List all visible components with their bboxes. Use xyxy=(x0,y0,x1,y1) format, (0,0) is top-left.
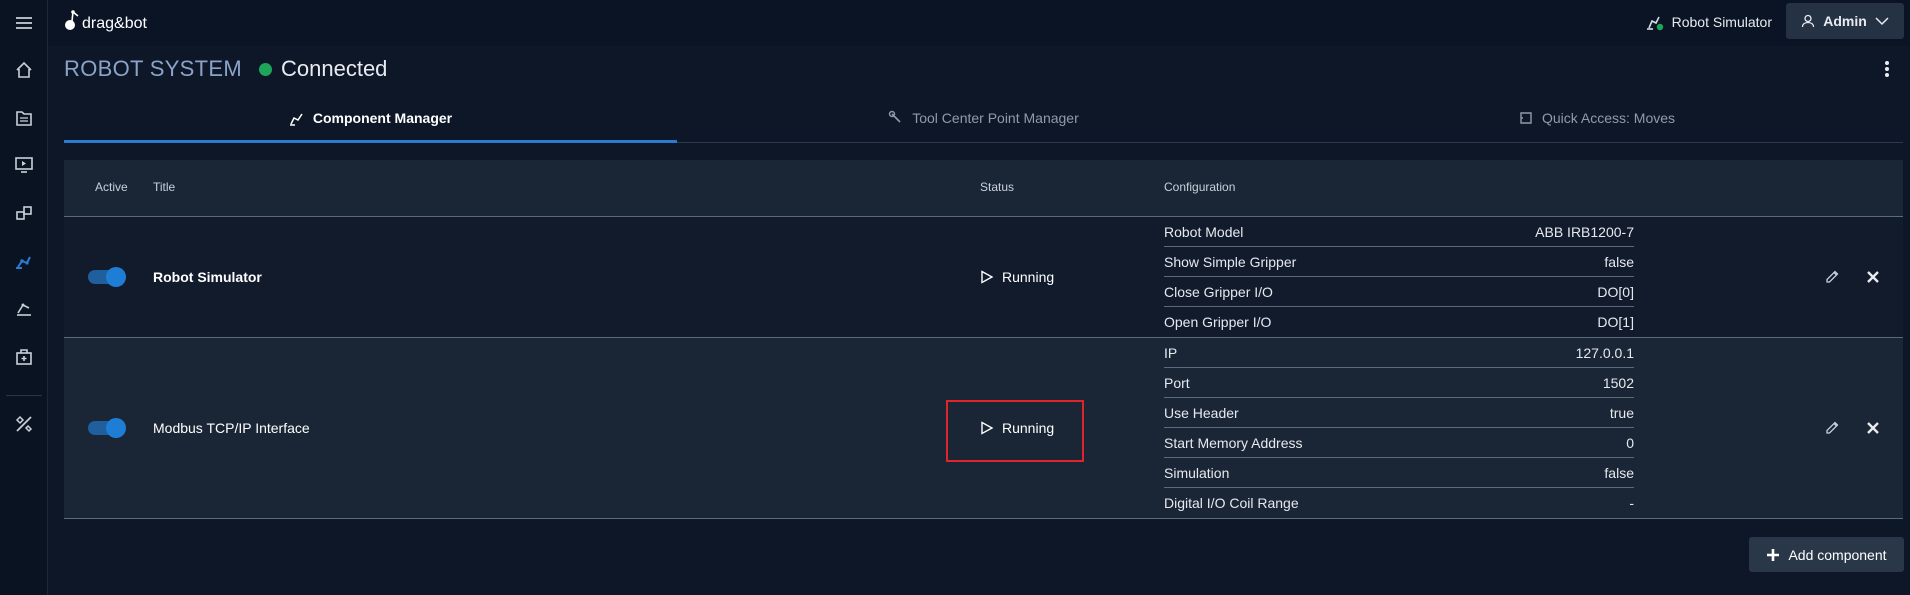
tools-icon[interactable] xyxy=(12,412,36,436)
table-row[interactable]: Robot Simulator Running Robot Model ABB I… xyxy=(64,217,1903,338)
tab-tool-center-point-manager[interactable]: Tool Center Point Manager xyxy=(677,100,1290,142)
config-key: Start Memory Address xyxy=(1164,434,1303,451)
robot-arm-icon[interactable] xyxy=(12,249,36,273)
config-value: 0 xyxy=(1626,434,1634,451)
component-status: Running xyxy=(980,269,1054,285)
config-key: Open Gripper I/O xyxy=(1164,314,1272,330)
config-value: 1502 xyxy=(1602,374,1634,391)
status-text: Running xyxy=(1002,420,1055,436)
user-label: Admin xyxy=(1823,13,1867,29)
tab-component-manager[interactable]: Component Manager xyxy=(64,100,677,142)
active-robot-indicator[interactable]: Robot Simulator xyxy=(1646,13,1772,31)
home-icon[interactable] xyxy=(12,58,36,82)
page-title: ROBOT SYSTEM Connected xyxy=(64,56,387,82)
sidebar xyxy=(0,0,48,595)
calibration-icon[interactable] xyxy=(12,297,36,321)
config-value: false xyxy=(1604,253,1634,270)
column-header-active: Active xyxy=(95,180,128,194)
connection-status-dot xyxy=(259,62,272,76)
logo-icon xyxy=(65,10,79,30)
configuration-list: IP 127.0.0.1 Port 1502 Use Header true Star… xyxy=(1164,338,1634,518)
configuration-list: Robot Model ABB IRB1200-7 Show Simple Gri… xyxy=(1164,217,1634,337)
tab-quick-access-moves[interactable]: Quick Access: Moves xyxy=(1290,100,1903,142)
config-item: Robot Model ABB IRB1200-7 xyxy=(1164,217,1634,247)
edit-icon[interactable] xyxy=(1824,269,1840,285)
config-value: - xyxy=(1629,495,1634,511)
toggle-knob xyxy=(106,267,126,287)
active-tab-indicator xyxy=(64,140,677,143)
config-key: Show Simple Gripper xyxy=(1164,253,1297,270)
table-header: Active Title Status Configuration xyxy=(64,160,1903,217)
config-key: Port xyxy=(1164,374,1190,391)
column-header-title: Title xyxy=(153,180,176,194)
menu-icon[interactable] xyxy=(12,11,36,35)
user-menu-button[interactable]: Admin xyxy=(1786,3,1904,39)
system-label: ROBOT SYSTEM xyxy=(64,56,242,81)
plus-icon xyxy=(1767,548,1780,561)
logo-text: drag&bot xyxy=(82,15,147,32)
config-item: Simulation false xyxy=(1164,458,1634,488)
config-value: ABB IRB1200-7 xyxy=(1535,223,1634,240)
delete-icon[interactable] xyxy=(1866,270,1880,284)
config-key: IP xyxy=(1164,344,1178,361)
components-icon[interactable] xyxy=(12,201,36,225)
user-icon xyxy=(1802,14,1815,28)
component-title: Modbus TCP/IP Interface xyxy=(153,420,310,436)
add-component-button[interactable]: Add component xyxy=(1749,537,1904,572)
status-text: Running xyxy=(1002,269,1055,285)
wrench-icon xyxy=(889,110,901,123)
config-item: Port 1502 xyxy=(1164,368,1634,398)
config-item: Open Gripper I/O DO[1] xyxy=(1164,307,1634,337)
logo[interactable]: drag&bot xyxy=(64,7,147,33)
config-key: Use Header xyxy=(1164,404,1239,421)
tab-label: Quick Access: Moves xyxy=(1541,110,1676,126)
config-value: true xyxy=(1609,404,1634,421)
toggle-knob xyxy=(106,418,126,438)
table-row[interactable]: Modbus TCP/IP Interface Running IP 127.0.… xyxy=(64,338,1903,519)
more-options-icon[interactable] xyxy=(1884,60,1890,78)
active-robot-label: Robot Simulator xyxy=(1671,14,1772,30)
active-toggle[interactable] xyxy=(88,267,126,287)
tab-label: Component Manager xyxy=(312,110,453,126)
edit-icon[interactable] xyxy=(1824,420,1840,436)
config-value: 127.0.0.1 xyxy=(1575,344,1634,361)
config-key: Simulation xyxy=(1164,464,1230,481)
connection-status-text: Connected xyxy=(281,56,388,81)
component-title: Robot Simulator xyxy=(153,269,262,285)
component-status: Running xyxy=(980,420,1054,436)
tab-bar: Component Manager Tool Center Point Mana… xyxy=(64,100,1903,143)
config-key: Robot Model xyxy=(1164,223,1244,240)
delete-icon[interactable] xyxy=(1866,421,1880,435)
play-icon xyxy=(981,421,994,435)
tag-icon xyxy=(1520,112,1532,124)
config-item: IP 127.0.0.1 xyxy=(1164,338,1634,368)
config-item: Close Gripper I/O DO[0] xyxy=(1164,277,1634,307)
documents-icon[interactable] xyxy=(12,106,36,130)
config-value: false xyxy=(1604,464,1634,481)
toolbox-icon[interactable] xyxy=(12,345,36,369)
components-table: Active Title Status Configuration Robot … xyxy=(64,160,1903,519)
row-actions xyxy=(1824,269,1880,285)
config-key: Close Gripper I/O xyxy=(1164,283,1273,300)
column-header-status: Status xyxy=(980,180,1015,194)
sidebar-divider xyxy=(6,395,42,396)
active-toggle[interactable] xyxy=(88,418,126,438)
config-key: Digital I/O Coil Range xyxy=(1164,495,1299,511)
chevron-down-icon xyxy=(1875,17,1889,26)
robot-status-icon xyxy=(1646,16,1663,31)
add-component-label: Add component xyxy=(1788,546,1887,563)
robot-arm-icon xyxy=(289,113,303,126)
monitor-play-icon[interactable] xyxy=(12,153,36,177)
column-header-configuration: Configuration xyxy=(1164,180,1236,194)
config-item: Start Memory Address 0 xyxy=(1164,428,1634,458)
config-value: DO[0] xyxy=(1597,283,1634,300)
config-item: Digital I/O Coil Range - xyxy=(1164,488,1634,518)
config-item: Show Simple Gripper false xyxy=(1164,247,1634,277)
row-actions xyxy=(1824,420,1880,436)
tab-label: Tool Center Point Manager xyxy=(912,110,1079,126)
config-item: Use Header true xyxy=(1164,398,1634,428)
play-icon xyxy=(981,270,994,284)
config-value: DO[1] xyxy=(1597,314,1634,330)
top-bar: drag&bot Robot Simulator Admin xyxy=(48,0,1910,46)
